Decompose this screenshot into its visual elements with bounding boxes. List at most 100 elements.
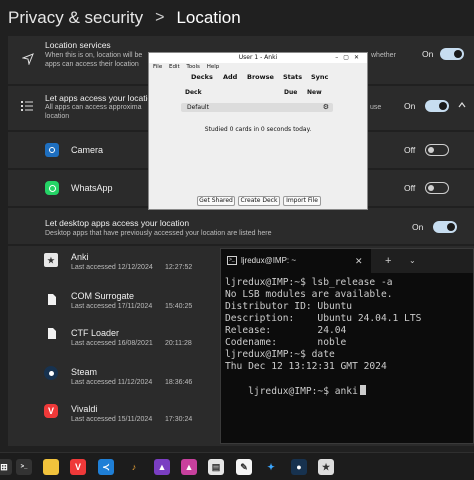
app-name: WhatsApp	[71, 183, 113, 193]
taskbar: ⊞ >_ V ≺ ♪ ▲ ▲ ▤ ✎ ✦ ● ★	[0, 452, 474, 480]
menu-file[interactable]: File	[153, 64, 162, 70]
vivaldi-icon: V	[44, 404, 58, 418]
steam-icon[interactable]: ●	[291, 459, 307, 475]
deck-name[interactable]: Default	[187, 104, 209, 111]
terminal-cursor	[359, 385, 366, 395]
chevron-up-icon[interactable]	[458, 102, 466, 108]
whatsapp-toggle[interactable]	[425, 182, 449, 194]
close-tab-icon[interactable]: ✕	[355, 249, 363, 273]
anki-icon[interactable]: ★	[318, 459, 334, 475]
paint-icon[interactable]: ✎	[236, 459, 252, 475]
terminal-line: ljredux@IMP:~$ anki	[225, 373, 366, 410]
affinity-designer-icon[interactable]: ▲	[181, 459, 197, 475]
app-access-desc-2: location	[45, 113, 70, 120]
camera-icon	[45, 143, 59, 157]
menu-tools[interactable]: Tools	[186, 64, 200, 70]
desktop-apps-toggle[interactable]	[433, 221, 457, 233]
terminal-line: ljredux@IMP:~$ lsb_release -a	[225, 277, 393, 288]
anki-menubar: File Edit Tools Help	[149, 63, 367, 72]
sparkle-icon[interactable]: ✦	[263, 459, 279, 475]
list-icon	[21, 101, 33, 111]
terminal-icon[interactable]: >_	[16, 459, 32, 475]
anki-toolbar: Decks Add Browse Stats Sync	[149, 73, 367, 83]
studied-summary: Studied 0 cards in 0 seconds today.	[204, 126, 312, 133]
desktop-app-date: Last accessed 15/11/2024	[71, 416, 153, 423]
desktop-app-time: 12:27:52	[165, 264, 193, 271]
terminal-tab-title: ljredux@IMP: ~	[241, 256, 297, 265]
app-state: Off	[404, 145, 416, 155]
desktop-app-date: Last accessed 17/11/2024	[71, 303, 153, 310]
terminal-line: Description: Ubuntu 24.04.1 LTS	[225, 313, 422, 324]
toolbar-add[interactable]: Add	[223, 73, 237, 81]
create-deck-button[interactable]: Create Deck	[238, 196, 280, 206]
breadcrumb: Privacy & security > Location	[8, 4, 241, 32]
chevron-down-icon[interactable]: ⌄	[409, 249, 416, 273]
window-controls[interactable]: –▢✕	[335, 53, 364, 63]
app-access-desc-tail: use	[370, 104, 382, 111]
desktop-apps-title: Let desktop apps access your location	[45, 218, 190, 228]
location-arrow-icon	[22, 53, 34, 65]
terminal-line: Distributor ID: Ubuntu	[225, 301, 353, 312]
desktop-apps-state: On	[412, 222, 424, 232]
file-icon	[45, 326, 59, 340]
whatsapp-icon	[45, 181, 59, 195]
new-tab-icon[interactable]: +	[385, 249, 391, 273]
get-shared-button[interactable]: Get Shared	[197, 196, 235, 206]
file-explorer-icon[interactable]	[43, 459, 59, 475]
terminal-window[interactable]: >_ ljredux@IMP: ~ ✕ + ⌄ ljredux@IMP:~$ l…	[220, 248, 474, 444]
app-access-desc: All apps can access approxima	[45, 104, 142, 111]
vscode-icon[interactable]: ≺	[98, 459, 114, 475]
desktop-app-time: 17:30:24	[165, 416, 193, 423]
column-new: New	[307, 89, 322, 96]
anki-titlebar[interactable]: User 1 - Anki –▢✕	[149, 53, 367, 63]
app-state: Off	[404, 183, 416, 193]
location-services-desc: When this is on, location will be	[45, 52, 143, 59]
deck-row-default[interactable]: Default ⚙	[181, 103, 333, 112]
terminal-line: No LSB modules are available.	[225, 289, 393, 300]
terminal-tab[interactable]: >_ ljredux@IMP: ~	[221, 249, 371, 273]
app-access-toggle[interactable]	[425, 100, 449, 112]
location-services-desc-2: apps can access their location	[45, 61, 139, 68]
location-services-state: On	[422, 49, 434, 59]
start-icon[interactable]: ⊞	[0, 459, 12, 475]
menu-edit[interactable]: Edit	[169, 64, 180, 70]
desktop-apps-card: Let desktop apps access your location De…	[8, 208, 474, 244]
music-icon[interactable]: ♪	[126, 459, 142, 475]
anki-window[interactable]: User 1 - Anki –▢✕ File Edit Tools Help D…	[148, 52, 368, 210]
terminal-line: Thu Dec 12 13:12:31 GMT 2024	[225, 361, 387, 372]
breadcrumb-parent[interactable]: Privacy & security	[8, 8, 143, 28]
terminal-line: Codename: noble	[225, 337, 347, 348]
app-access-state: On	[404, 101, 416, 111]
desktop-app-name: Anki	[71, 252, 89, 262]
desktop-app-date: Last accessed 11/12/2024	[71, 379, 153, 386]
toolbar-browse[interactable]: Browse	[247, 73, 274, 81]
terminal-line: Release: 24.04	[225, 325, 347, 336]
file-icon	[45, 292, 59, 306]
menu-help[interactable]: Help	[207, 64, 220, 70]
vivaldi-icon[interactable]: V	[70, 459, 86, 475]
terminal-tabbar: >_ ljredux@IMP: ~ ✕ + ⌄	[221, 249, 473, 273]
page-title: Location	[176, 8, 241, 27]
import-file-button[interactable]: Import File	[283, 196, 321, 206]
anki-icon: ★	[44, 253, 58, 267]
toolbar-stats[interactable]: Stats	[283, 73, 302, 81]
desktop-app-time: 18:36:46	[165, 379, 193, 386]
location-services-title: Location services	[45, 40, 111, 50]
desktop-app-name: COM Surrogate	[71, 291, 135, 301]
desktop-app-date: Last accessed 16/08/2021	[71, 340, 153, 347]
affinity-icon[interactable]: ▲	[154, 459, 170, 475]
desktop-app-date: Last accessed 12/12/2024	[71, 264, 153, 271]
gear-icon[interactable]: ⚙	[323, 103, 329, 112]
camera-toggle[interactable]	[425, 144, 449, 156]
toolbar-decks[interactable]: Decks	[191, 73, 213, 81]
location-services-desc-tail: whether	[371, 52, 396, 59]
desktop-app-time: 15:40:25	[165, 303, 193, 310]
terminal-line: ljredux@IMP:~$ date	[225, 349, 335, 360]
column-due: Due	[284, 89, 298, 96]
terminal-icon: >_	[227, 256, 237, 265]
toolbar-sync[interactable]: Sync	[311, 73, 328, 81]
desktop-app-time: 20:11:28	[165, 340, 192, 347]
notes-icon[interactable]: ▤	[208, 459, 224, 475]
terminal-current-command: ljredux@IMP:~$ anki	[248, 386, 358, 397]
location-services-toggle[interactable]	[440, 48, 464, 60]
